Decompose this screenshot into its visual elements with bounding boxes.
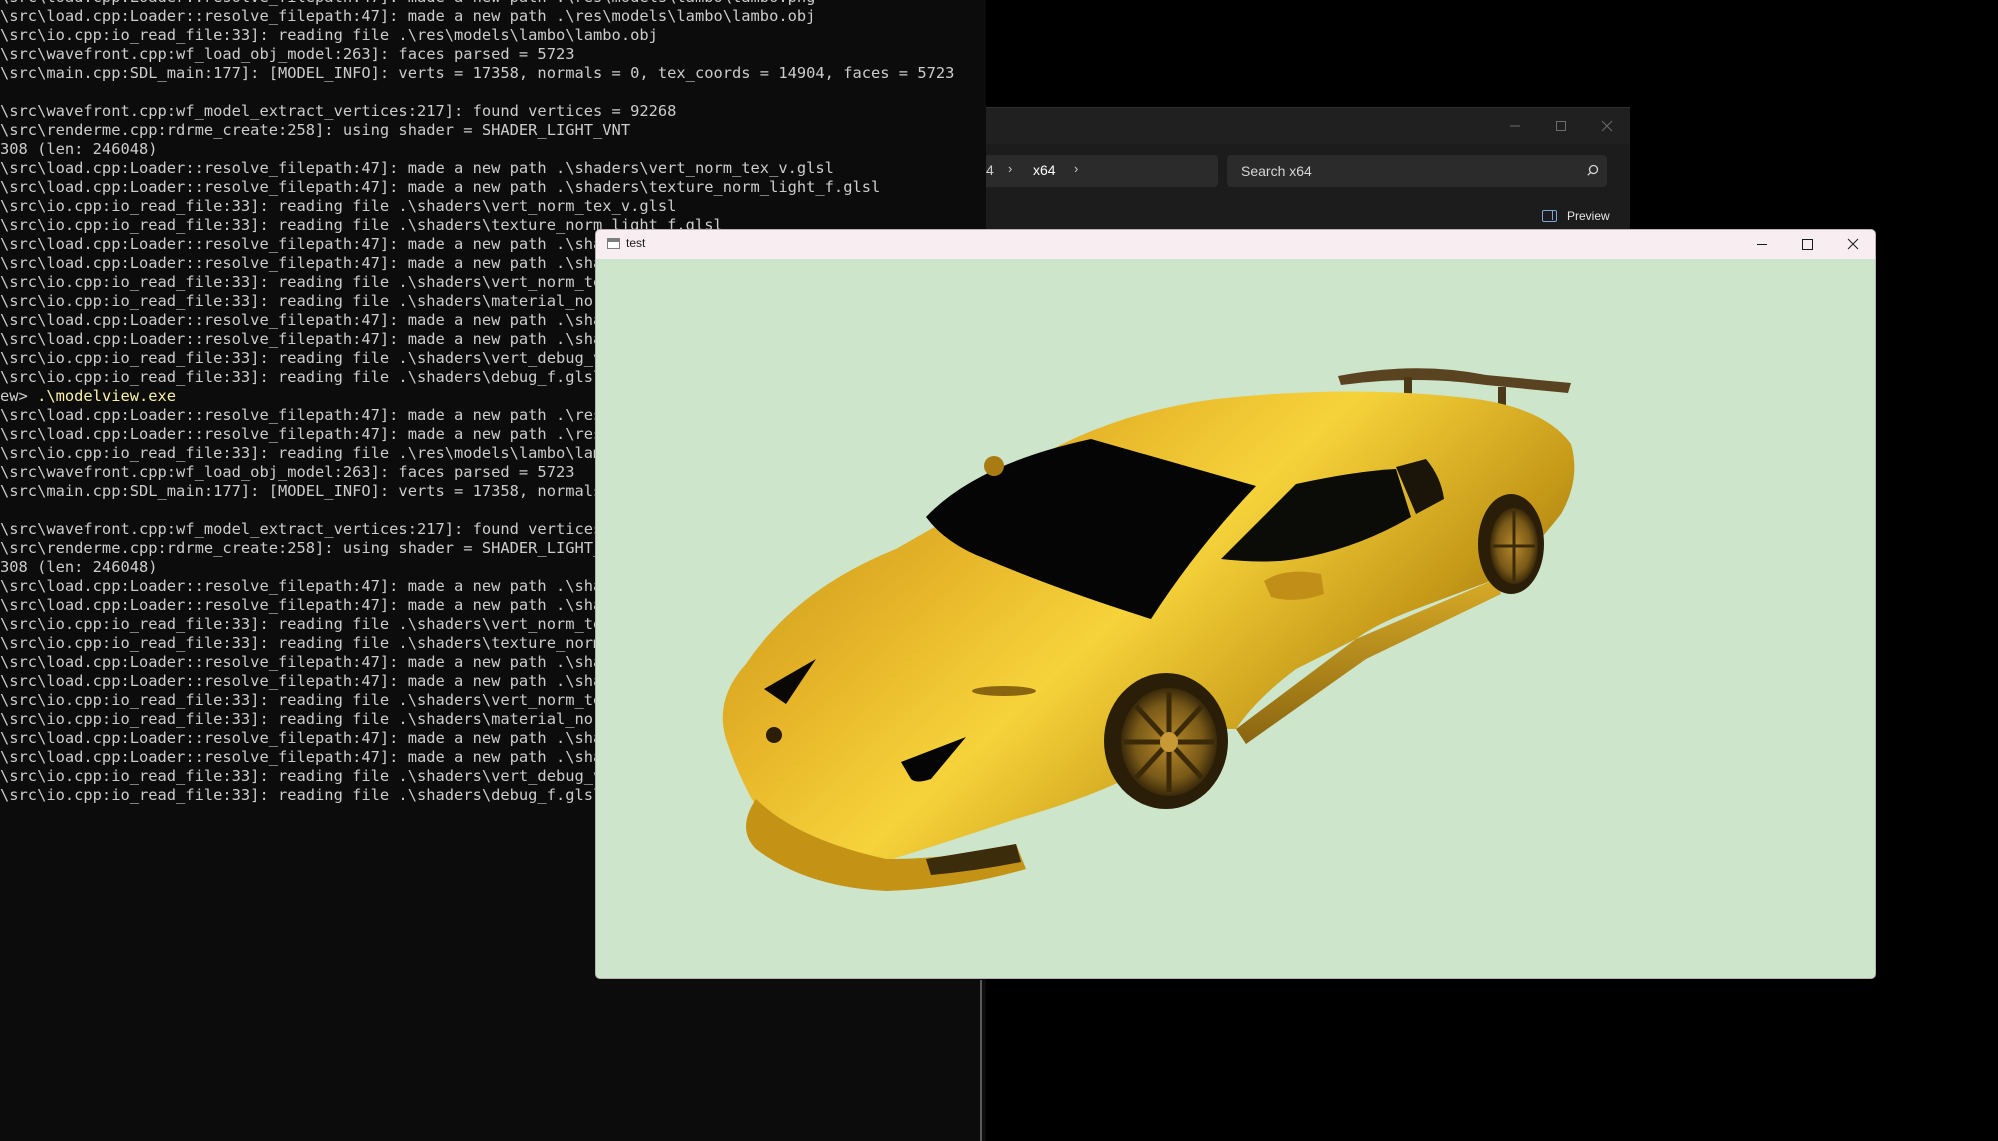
chevron-right-icon[interactable]: › xyxy=(1008,161,1012,176)
terminal-line: \src\load.cpp:Loader::resolve_filepath:4… xyxy=(0,0,986,7)
terminal-line: \src\load.cpp:Loader::resolve_filepath:4… xyxy=(0,7,816,25)
terminal-line: \src\renderme.cpp:rdrme_create:258]: usi… xyxy=(0,121,631,139)
rear-wheel xyxy=(1478,494,1544,594)
breadcrumb-item-current[interactable]: x64 xyxy=(1033,162,1056,178)
app-window-icon xyxy=(607,238,620,249)
close-icon xyxy=(1847,238,1859,250)
minimize-icon[interactable] xyxy=(1501,114,1529,138)
render-viewport[interactable] xyxy=(596,259,1875,978)
breadcrumb-item-parent[interactable]: 4 xyxy=(986,162,994,178)
terminal-line: \src\io.cpp:io_read_file:33]: reading fi… xyxy=(0,26,658,44)
front-wheel xyxy=(1104,673,1228,809)
search-icon[interactable] xyxy=(1586,163,1602,179)
terminal-prompt: ew> xyxy=(0,387,38,405)
address-breadcrumb[interactable]: 4 › x64 › xyxy=(986,155,1218,187)
explorer-titlebar[interactable] xyxy=(986,108,1630,144)
minimize-icon xyxy=(1757,244,1767,245)
lamborghini-3d-model xyxy=(722,368,1575,891)
maximize-button[interactable] xyxy=(1784,230,1830,259)
preview-pane-icon xyxy=(1542,210,1557,222)
terminal-line: \src\wavefront.cpp:wf_model_extract_vert… xyxy=(0,102,677,120)
file-explorer-window[interactable]: 4 › x64 › Preview xyxy=(986,107,1630,231)
chevron-right-icon[interactable]: › xyxy=(1074,161,1078,176)
terminal-line: \src\io.cpp:io_read_file:33]: reading fi… xyxy=(0,197,677,215)
close-button[interactable] xyxy=(1830,230,1875,259)
maximize-icon[interactable] xyxy=(1547,114,1575,138)
terminal-line: \src\load.cpp:Loader::resolve_filepath:4… xyxy=(0,178,881,196)
minimize-button[interactable] xyxy=(1739,230,1785,259)
front-badge xyxy=(766,727,782,743)
test-render-window[interactable]: test xyxy=(595,229,1876,979)
window-title: test xyxy=(626,236,646,250)
close-icon[interactable] xyxy=(1593,114,1621,138)
terminal-line: \src\load.cpp:Loader::resolve_filepath:4… xyxy=(0,159,834,177)
terminal-line: 308 (len: 246048) xyxy=(0,140,158,158)
preview-label: Preview xyxy=(1567,209,1610,223)
terminal-command: .\modelview.exe xyxy=(37,387,177,405)
hood-vent xyxy=(972,686,1036,696)
terminal-line: \src\main.cpp:SDL_main:177]: [MODEL_INFO… xyxy=(0,64,955,82)
terminal-scrollbar[interactable] xyxy=(980,980,982,1141)
roof-mirror xyxy=(984,456,1004,476)
search-input[interactable] xyxy=(1227,155,1607,187)
window-titlebar[interactable]: test xyxy=(596,230,1875,259)
maximize-icon xyxy=(1802,239,1813,250)
terminal-line: \src\wavefront.cpp:wf_load_obj_model:263… xyxy=(0,45,575,63)
